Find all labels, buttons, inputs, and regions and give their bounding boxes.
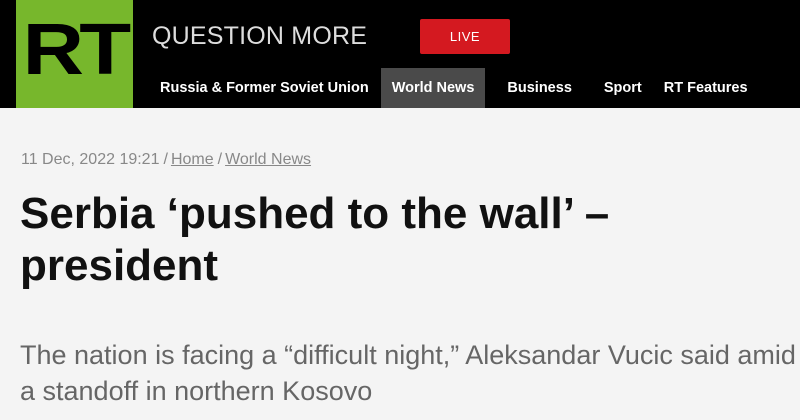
nav-item-sport[interactable]: Sport: [593, 68, 653, 108]
article-meta: 11 Dec, 2022 19:21/Home / World News: [21, 151, 311, 169]
rt-logo[interactable]: RT: [16, 0, 133, 108]
breadcrumb-separator: /: [163, 151, 168, 168]
logo-text: RT: [22, 10, 132, 90]
breadcrumb-world-news[interactable]: World News: [225, 151, 311, 168]
article-summary: The nation is facing a “difficult night,…: [20, 340, 796, 406]
nav-item-business[interactable]: Business: [496, 68, 582, 108]
article-date: 11 Dec, 2022 19:21: [21, 151, 160, 168]
breadcrumb-home[interactable]: Home: [171, 151, 214, 168]
nav-item-rt-features[interactable]: RT Features: [653, 68, 759, 108]
nav-item-world-news[interactable]: World News: [380, 68, 486, 108]
nav-item-russia[interactable]: Russia & Former Soviet Union: [146, 68, 381, 108]
site-header: RT QUESTION MORE LIVE Russia & Former So…: [0, 0, 800, 108]
live-button[interactable]: LIVE: [420, 19, 510, 54]
tagline: QUESTION MORE: [152, 22, 368, 50]
main-nav: Russia & Former Soviet Union World News …: [146, 68, 759, 108]
article-title: Serbia ‘pushed to the wall’ – president: [20, 189, 610, 290]
breadcrumb-separator: /: [217, 151, 223, 168]
